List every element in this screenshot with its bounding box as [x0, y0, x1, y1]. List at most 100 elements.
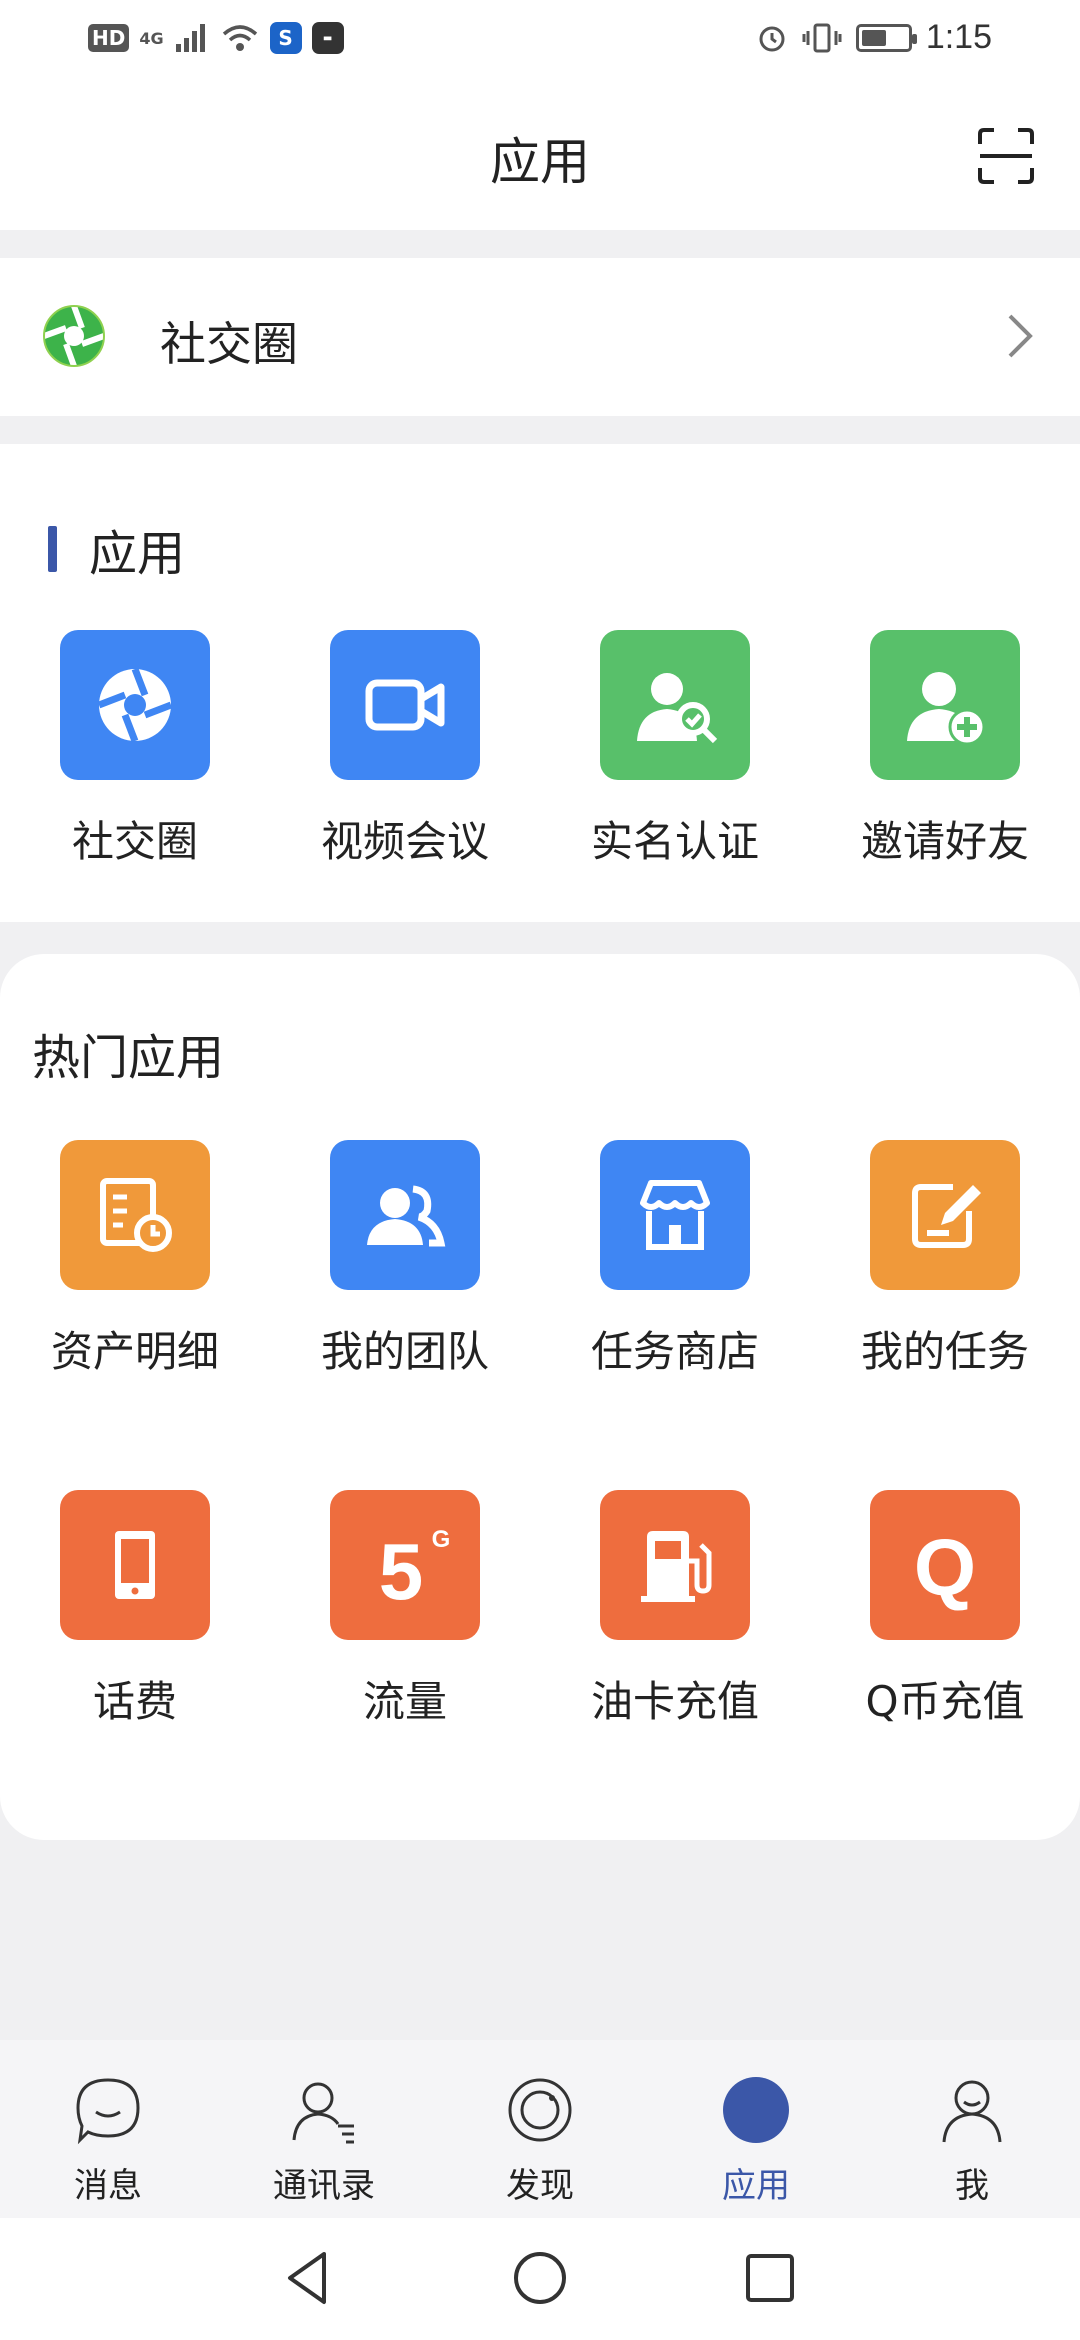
battery-icon: [855, 23, 917, 52]
status-right-icons: 1:15: [756, 18, 992, 57]
header: 应用: [0, 84, 1080, 230]
app-tile: [330, 630, 480, 780]
store-icon: [640, 1180, 710, 1250]
5g-icon: 5 G: [379, 1526, 451, 1613]
app-my-tasks[interactable]: 我的任务: [810, 1140, 1080, 1379]
app-tile: Q: [870, 1490, 1020, 1640]
nav-item-messages[interactable]: 消息: [28, 2074, 188, 2207]
app-my-team[interactable]: 我的团队: [270, 1140, 540, 1379]
app-label: 社交圈: [71, 817, 198, 866]
5g-superscript: G: [432, 1526, 451, 1553]
5g-glyph: 5: [379, 1527, 424, 1613]
bottom-nav: 消息 通讯录 发现 应用 我: [0, 2040, 1080, 2218]
app-tile: 5 G: [330, 1490, 480, 1640]
app-label: 邀请好友: [860, 817, 1029, 866]
app-label: 任务商店: [590, 1327, 759, 1376]
chevron-right-icon: [1008, 314, 1033, 358]
app-fuel-card[interactable]: 油卡充值: [540, 1490, 810, 1729]
hot-apps-title: 热门应用: [32, 1030, 225, 1086]
app-label: 我的任务: [860, 1327, 1029, 1376]
app-label: 流量: [362, 1677, 447, 1726]
fuel-icon: [641, 1531, 712, 1602]
edit-task-icon: [912, 1184, 981, 1248]
contacts-icon: [292, 2082, 354, 2144]
back-icon[interactable]: [276, 2246, 340, 2310]
app-tile: [60, 1490, 210, 1640]
page-title: 应用: [490, 133, 590, 191]
social-circle-row[interactable]: 社交圈: [0, 258, 1080, 416]
app-label: 油卡充值: [590, 1677, 759, 1726]
app-label: 资产明细: [50, 1327, 219, 1376]
apps-section-title: 应用: [89, 526, 186, 582]
q-coin-icon: Q: [914, 1523, 976, 1612]
discover-icon: [508, 2078, 572, 2142]
apps-section: 应用 社交圈 视频会议 实名认证 邀请好友: [0, 444, 1080, 922]
nav-label: 消息: [74, 2166, 142, 2206]
aperture-icon: [42, 304, 106, 368]
recents-icon[interactable]: [738, 2246, 802, 2310]
signal-icon: [175, 24, 205, 52]
nav-item-me[interactable]: 我: [892, 2074, 1052, 2207]
scan-icon[interactable]: [976, 126, 1036, 186]
alarm-icon: [759, 26, 785, 51]
app-label: 话费: [92, 1677, 177, 1726]
app-label: 视频会议: [320, 817, 489, 866]
accent-bar: [48, 526, 57, 572]
video-camera-icon: [365, 679, 445, 731]
nav-item-contacts[interactable]: 通讯录: [244, 2074, 404, 2207]
home-icon[interactable]: [508, 2246, 572, 2310]
app-task-store[interactable]: 任务商店: [540, 1140, 810, 1379]
app-tile: [60, 630, 210, 780]
hot-apps-row-1: 资产明细 我的团队 任务商店 我的任务: [0, 1140, 1080, 1379]
app-asset-details[interactable]: 资产明细: [0, 1140, 270, 1379]
hd-icon: HD: [88, 24, 130, 52]
hot-apps-card: 热门应用 资产明细 我的团队 任务商店 我的任务 话费 5 G 流量 油卡充值 …: [0, 954, 1080, 1840]
app-label: 实名认证: [590, 817, 759, 866]
network-type: 4G: [139, 28, 164, 48]
app-tile: [600, 1140, 750, 1290]
team-icon: [367, 1185, 446, 1247]
app-real-name-auth[interactable]: 实名认证: [540, 630, 810, 869]
app-video-meeting[interactable]: 视频会议: [270, 630, 540, 869]
huawei-icon: ▬: [311, 22, 344, 54]
app-label: Q币充值: [865, 1677, 1025, 1726]
status-time: 1:15: [925, 18, 992, 56]
profile-icon: [942, 2080, 1002, 2143]
app-s-icon: S: [269, 22, 302, 54]
wifi-icon: [222, 25, 257, 51]
user-verify-icon: [637, 673, 718, 744]
app-tile: [330, 1140, 480, 1290]
q-glyph: Q: [914, 1523, 976, 1612]
app-invite-friends[interactable]: 邀请好友: [810, 630, 1080, 869]
app-tile: [870, 630, 1020, 780]
nav-item-apps[interactable]: 应用: [676, 2074, 836, 2207]
user-add-icon: [907, 672, 986, 746]
asset-list-icon: [100, 1178, 172, 1252]
nav-label: 我: [955, 2166, 989, 2206]
chat-bubble-icon: [76, 2078, 140, 2145]
app-tile: [870, 1140, 1020, 1290]
status-bar: HD 4G S ▬ 1:15: [0, 0, 1080, 84]
apps-section-header: 应用: [48, 514, 185, 584]
app-social-circle[interactable]: 社交圈: [0, 630, 270, 869]
apps-icon: [723, 2077, 789, 2143]
app-tile: [600, 630, 750, 780]
status-left-icons: HD 4G S ▬: [88, 22, 344, 54]
nav-label: 通讯录: [273, 2166, 375, 2206]
phone-icon: [115, 1531, 155, 1599]
social-circle-label: 社交圈: [160, 317, 298, 371]
hot-apps-row-2: 话费 5 G 流量 油卡充值 Q Q币充值: [0, 1490, 1080, 1729]
vibrate-icon: [802, 23, 842, 52]
app-label: 我的团队: [320, 1327, 489, 1376]
app-data-traffic[interactable]: 5 G 流量: [270, 1490, 540, 1729]
system-nav-bar: [0, 2218, 1080, 2340]
app-tile: [600, 1490, 750, 1640]
nav-item-discover[interactable]: 发现: [460, 2074, 620, 2207]
apps-grid: 社交圈 视频会议 实名认证 邀请好友: [0, 630, 1080, 869]
app-phone-bill[interactable]: 话费: [0, 1490, 270, 1729]
nav-label: 应用: [722, 2166, 790, 2206]
aperture-icon: [97, 667, 173, 743]
app-q-coin[interactable]: Q Q币充值: [810, 1490, 1080, 1729]
nav-label: 发现: [506, 2166, 574, 2206]
app-tile: [60, 1140, 210, 1290]
